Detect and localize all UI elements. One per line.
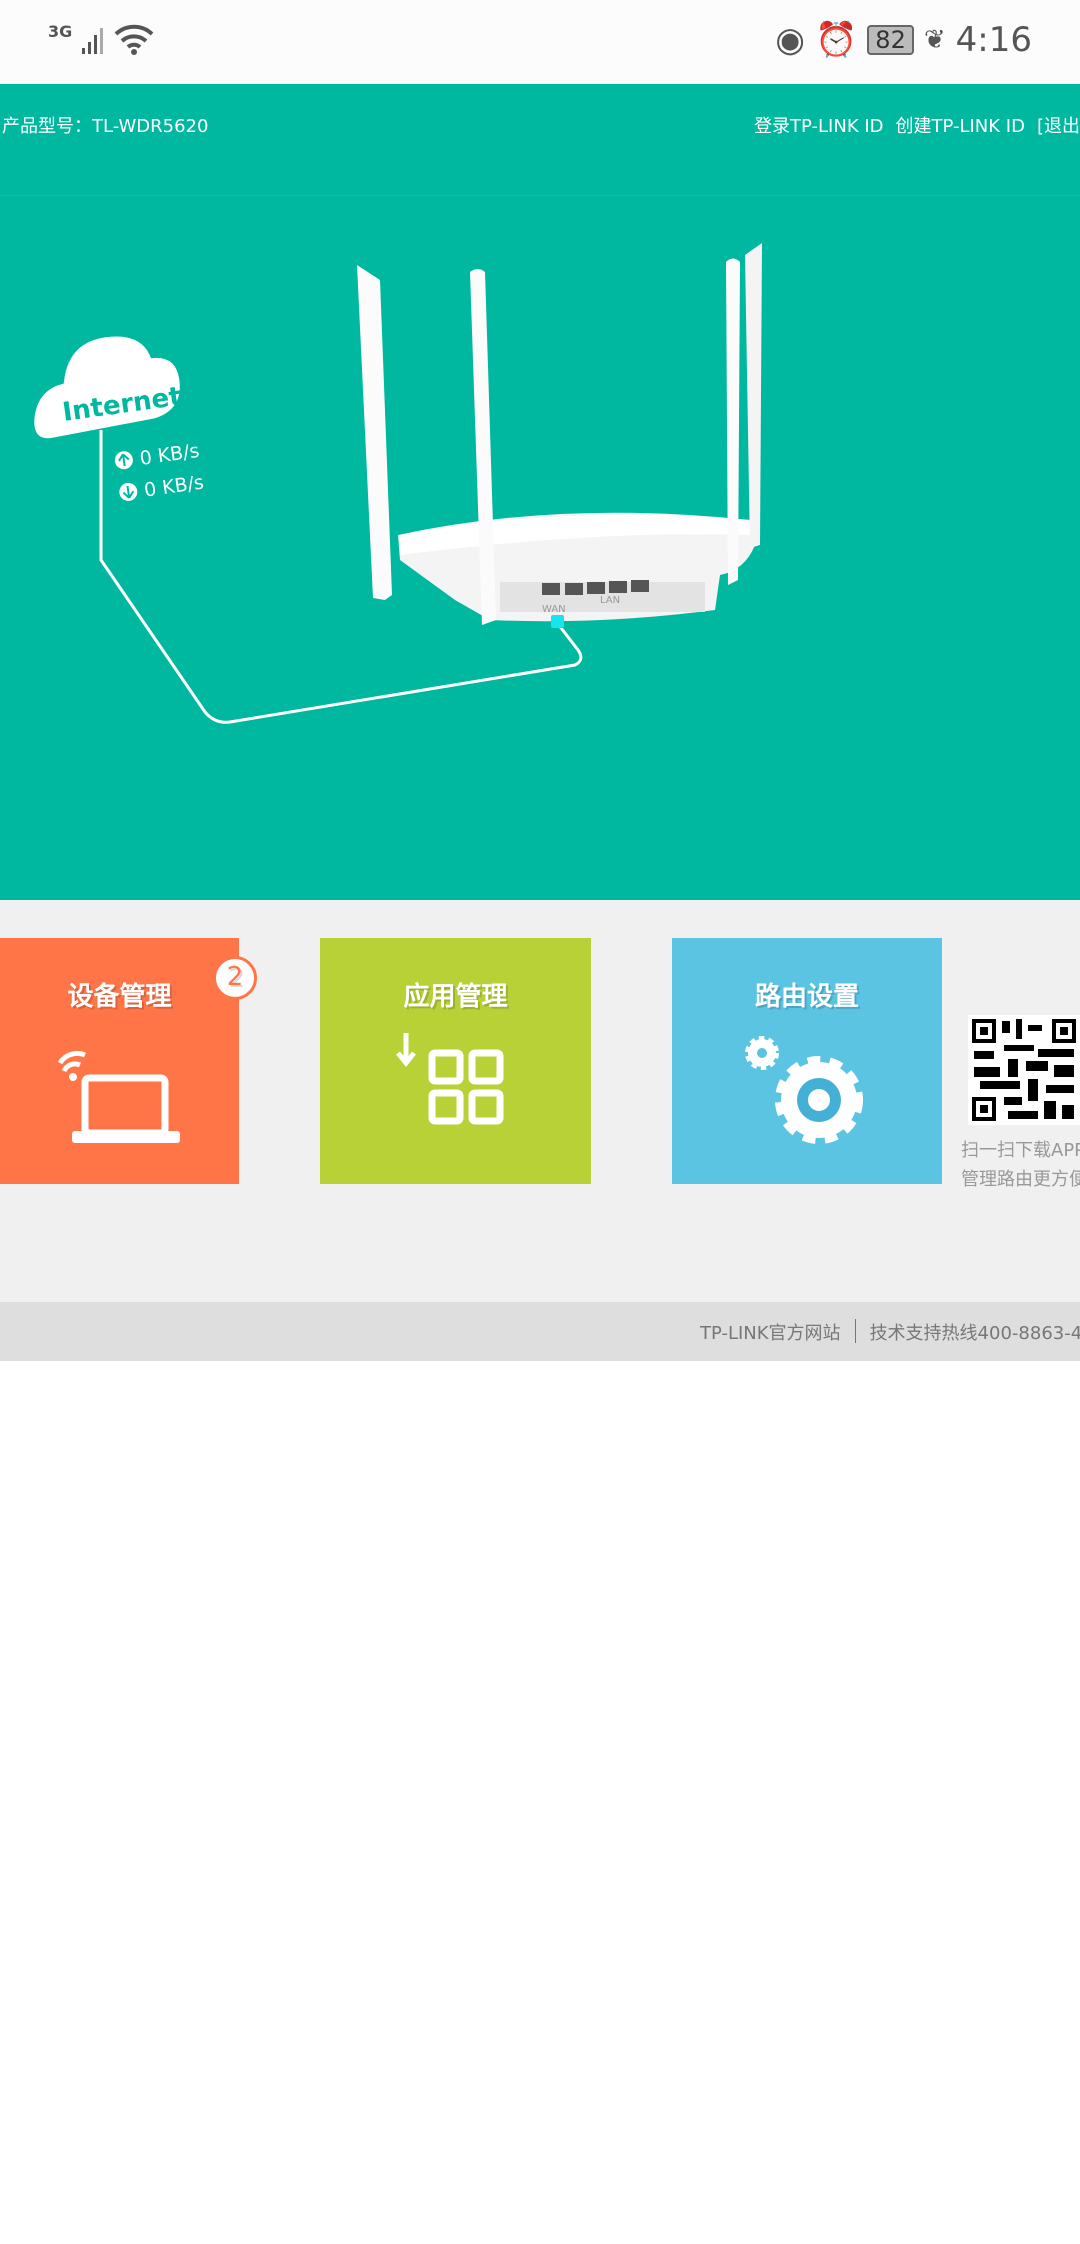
router-image: WAN LAN — [357, 243, 762, 628]
support-hotline: 技术支持热线400-8863-400 — [869, 1323, 1080, 1344]
notification-badge: 2 — [213, 956, 257, 1000]
qr-caption: 扫一扫下载APP 管理路由更方便 — [961, 1136, 1080, 1194]
device-management-tile[interactable]: 设备管理 2 — [0, 938, 257, 1184]
apps-grid-icon — [395, 1033, 503, 1125]
qr-caption-line1: 扫一扫下载APP — [961, 1140, 1080, 1161]
footer-divider — [854, 1319, 856, 1343]
wan-port-label: WAN — [542, 604, 566, 615]
lan-port-label: LAN — [600, 595, 620, 606]
tile-label: 路由设置 — [754, 982, 859, 1012]
router-settings-tile[interactable]: 路由设置 — [672, 938, 942, 1184]
network-diagram: Internet 0 KB/s 0 KB/s WAN LAN — [34, 243, 762, 724]
download-speed: 0 KB/s — [143, 471, 205, 501]
wan-indicator — [551, 615, 564, 628]
upload-speed: 0 KB/s — [138, 440, 200, 470]
menu-area: 设备管理 2 应用管理 路由设置 扫一扫下载APP 管理路由更方便 — [0, 900, 1080, 1302]
footer: TP-LINK官方网站 技术支持热线400-8863-400 — [0, 1302, 1080, 1361]
app-management-tile[interactable]: 应用管理 — [320, 938, 591, 1184]
internet-cloud: Internet — [34, 336, 183, 439]
app-download-qr-code — [968, 1015, 1080, 1125]
tile-label: 设备管理 — [67, 982, 172, 1012]
official-site-link[interactable]: TP-LINK官方网站 — [700, 1319, 841, 1345]
qr-caption-line2: 管理路由更方便 — [961, 1169, 1080, 1190]
tile-label: 应用管理 — [403, 982, 508, 1012]
gears-icon — [745, 1036, 863, 1144]
laptop-wifi-icon — [57, 1050, 180, 1143]
